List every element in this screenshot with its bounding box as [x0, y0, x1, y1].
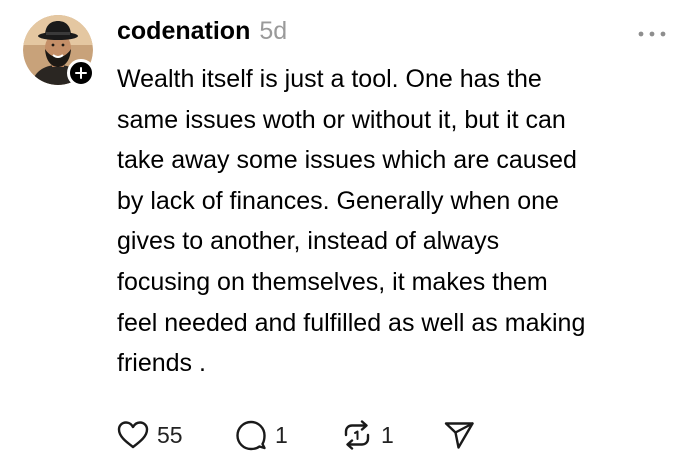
- post-body-line: friends .: [117, 349, 206, 378]
- follow-button[interactable]: [67, 59, 95, 87]
- reply-count: 1: [275, 421, 288, 448]
- more-horizontal-icon: [638, 31, 666, 37]
- repost-count: 1: [381, 421, 394, 448]
- post-actions-bar: 55 1 1: [117, 416, 537, 454]
- reply-button[interactable]: 1: [235, 416, 288, 454]
- send-icon: [444, 422, 474, 449]
- post-header: codenation 5d: [117, 17, 287, 53]
- timestamp: 5d: [259, 17, 288, 45]
- post-body-line: focusing on themselves, it makes them: [117, 267, 548, 296]
- post-body-line: by lack of finances. Generally when one: [117, 186, 559, 215]
- repost-icon: [344, 420, 370, 450]
- heart-icon: [117, 421, 149, 449]
- post-body: Wealth itself is just a tool. One has th…: [117, 59, 692, 384]
- post-body-line: gives to another, instead of always: [117, 227, 500, 256]
- more-options-button[interactable]: [634, 24, 670, 44]
- repost-button[interactable]: 1: [341, 416, 394, 454]
- share-button[interactable]: [443, 416, 475, 454]
- plus-icon: [75, 67, 87, 79]
- comment-icon: [236, 420, 266, 451]
- avatar-container[interactable]: [23, 15, 95, 87]
- post-body-line: Wealth itself is just a tool. One has th…: [117, 65, 542, 93]
- username[interactable]: codenation: [117, 17, 250, 46]
- post-body-line: same issues woth or without it, but it c…: [117, 105, 566, 134]
- post-body-line: take away some issues which are caused: [117, 146, 577, 175]
- thread-post: codenation 5d Wealth itself is just a to…: [0, 0, 700, 468]
- like-count: 55: [157, 421, 183, 448]
- like-button[interactable]: 55: [117, 416, 183, 454]
- post-body-line: feel needed and fulfilled as well as mak…: [117, 308, 586, 337]
